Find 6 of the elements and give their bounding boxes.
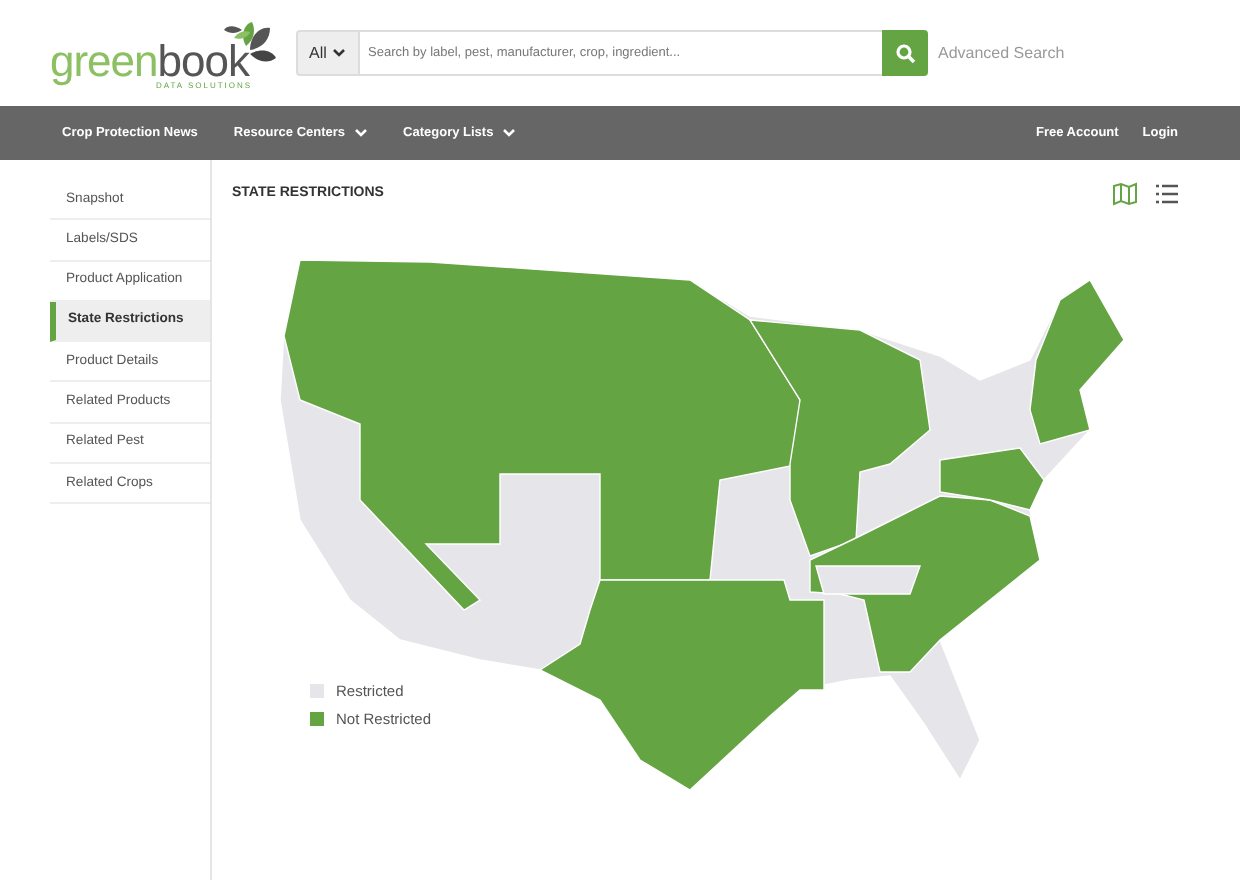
map-view-icon[interactable] (1112, 182, 1138, 206)
list-view-icon[interactable] (1154, 182, 1180, 206)
caret-icon (332, 48, 347, 58)
search-icon (895, 43, 915, 63)
search-button[interactable] (882, 30, 928, 76)
scope-dropdown[interactable]: All (296, 30, 360, 76)
